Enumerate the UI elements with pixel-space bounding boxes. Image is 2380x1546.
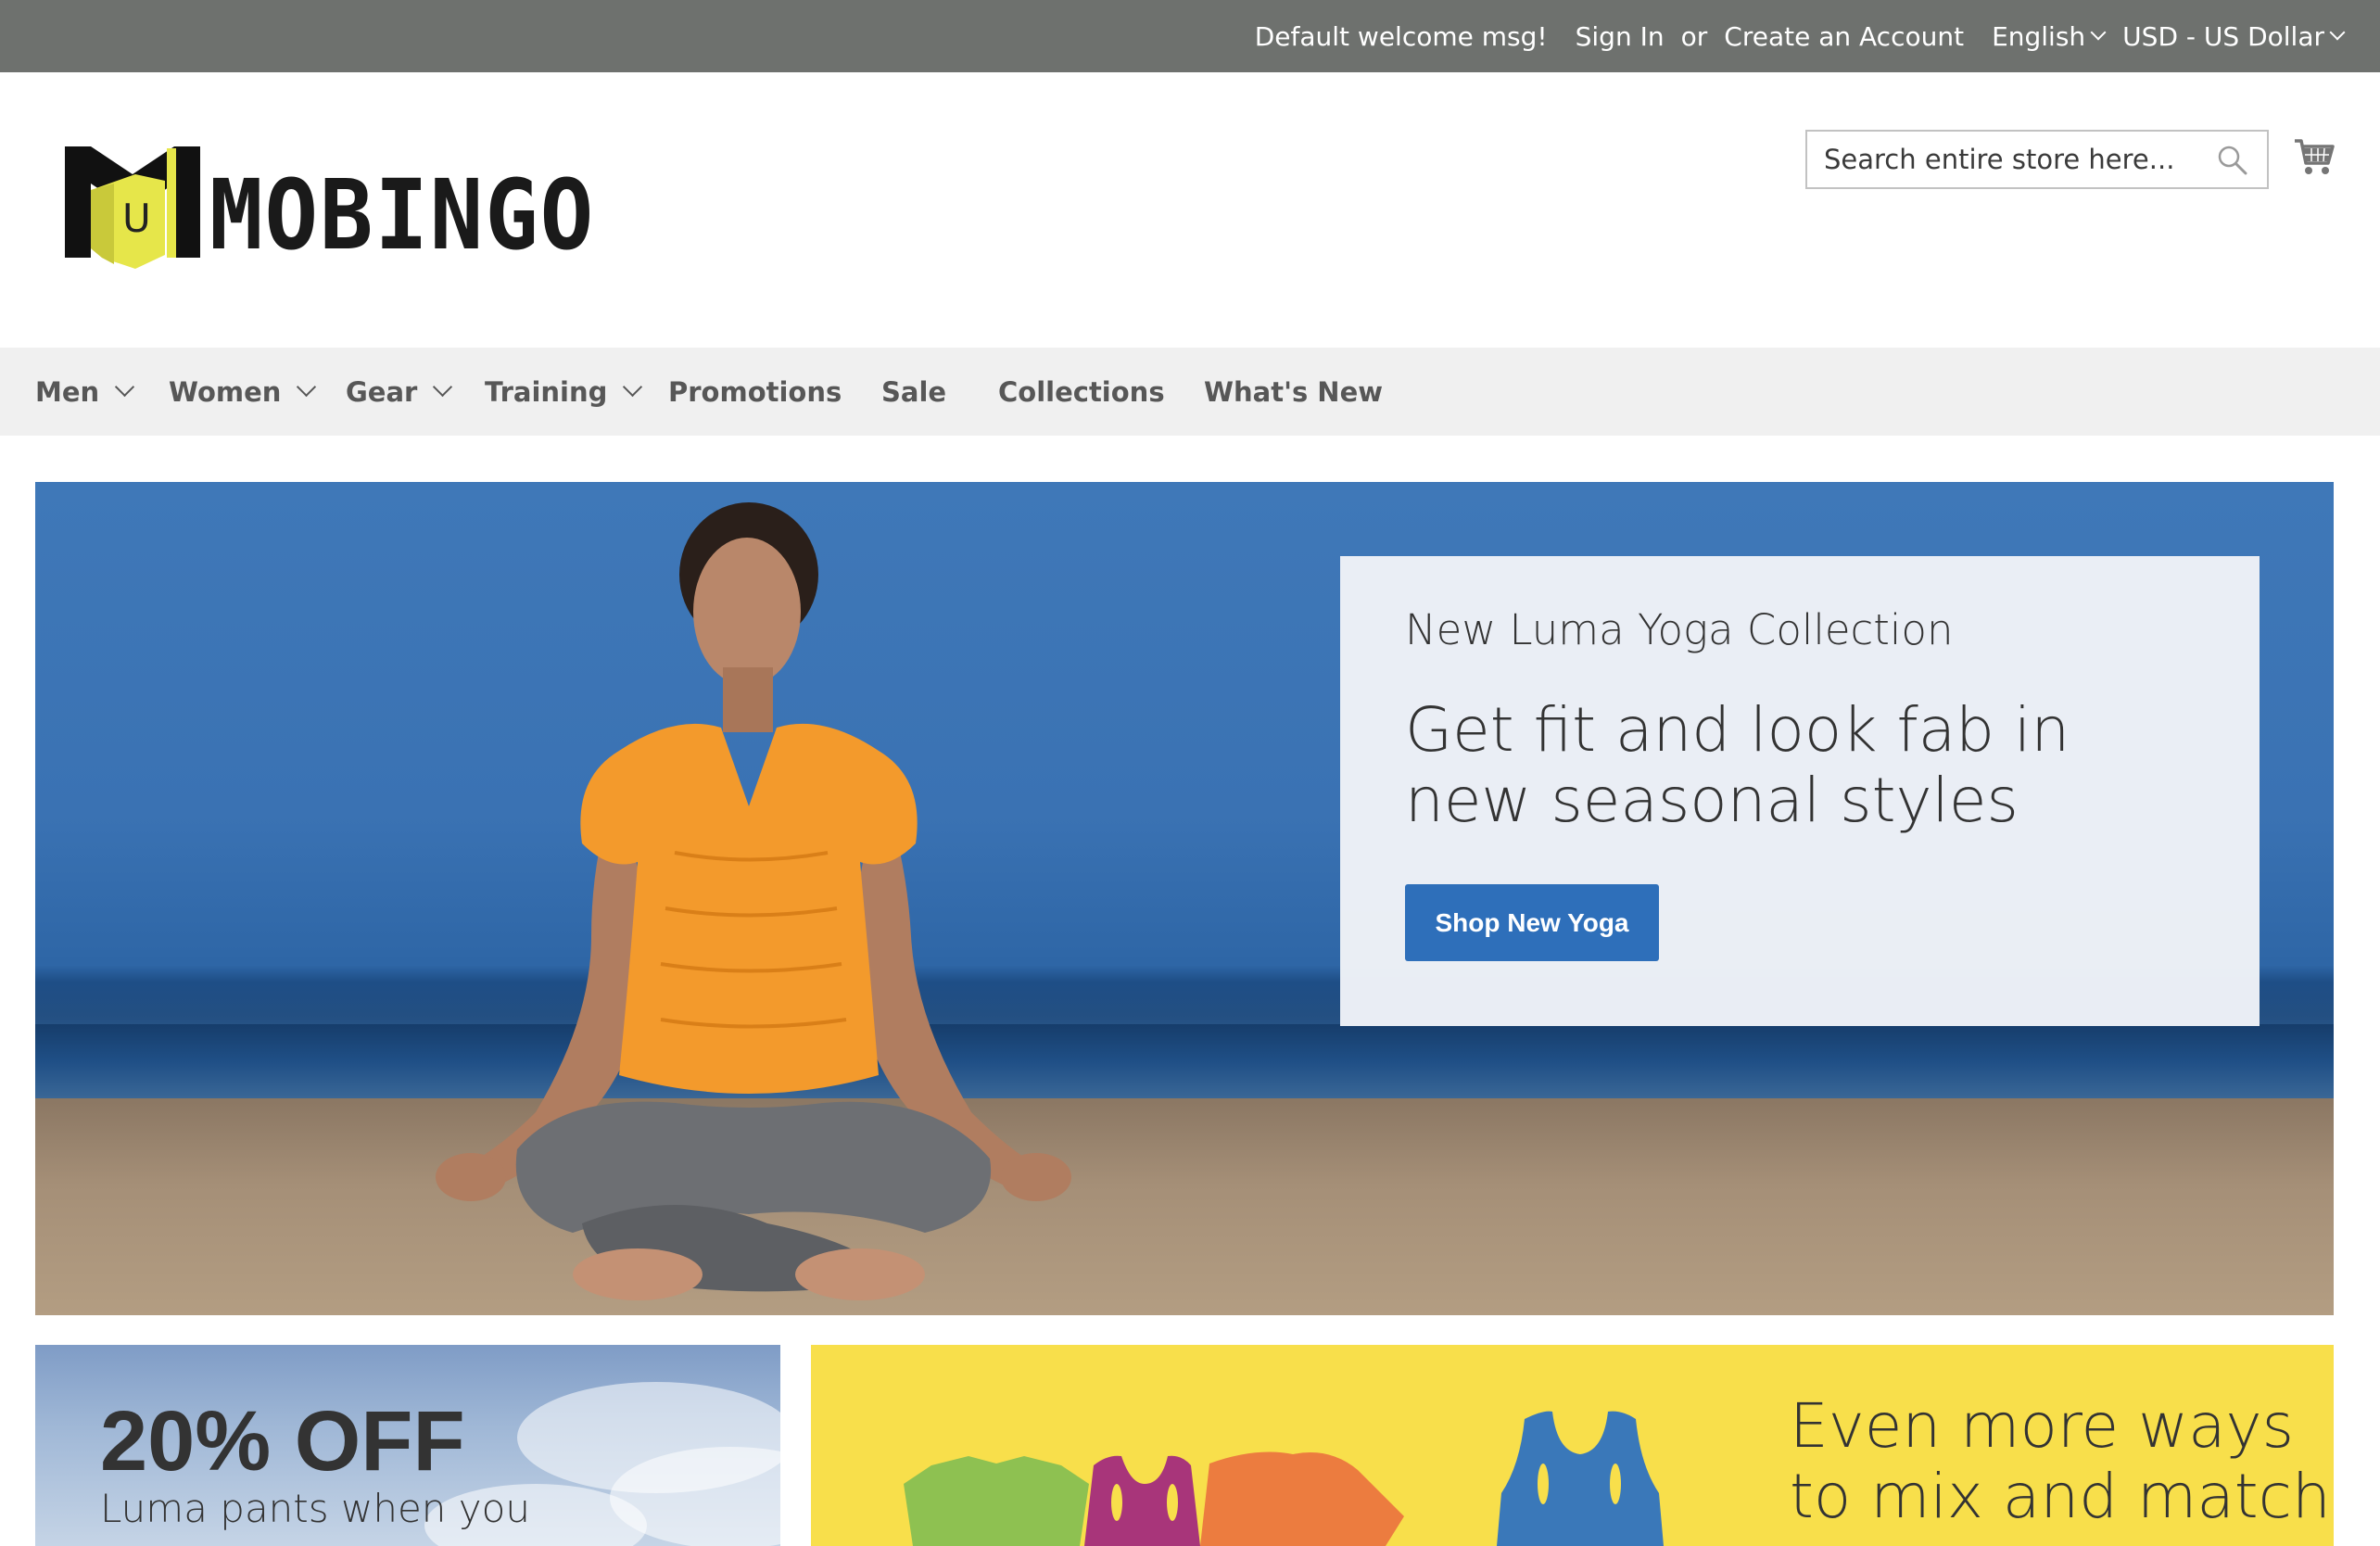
chevron-down-icon	[297, 376, 317, 398]
top-bar: Default welcome msg! Sign In or Create a…	[0, 0, 2380, 72]
hero-kicker: New Luma Yoga Collection	[1405, 605, 1954, 654]
nav-item-label: Women	[169, 375, 282, 408]
promo-pants-title: 20% OFF	[100, 1394, 465, 1489]
top-links: Default welcome msg! Sign In or Create a…	[1254, 0, 2346, 72]
promo-pants-subtitle: Luma pants when you	[100, 1486, 530, 1531]
main-navigation: Men Women Gear Training Promotions Sale …	[0, 348, 2380, 436]
nav-item-sale[interactable]: Sale	[881, 348, 946, 436]
nav-item-label: Sale	[881, 375, 947, 408]
welcome-message: Default welcome msg!	[1254, 20, 1548, 52]
search-box	[1805, 130, 2269, 189]
svg-text:U: U	[122, 196, 151, 241]
language-switcher[interactable]: English	[1992, 20, 2107, 52]
nav-item-training[interactable]: Training	[485, 348, 643, 436]
hero-headline: Get fit and look fab in new seasonal sty…	[1405, 694, 2070, 836]
currency-label: USD - US Dollar	[2122, 20, 2324, 52]
logo-wordmark: MOBINGO	[209, 158, 596, 272]
nav-item-label: What's New	[1204, 375, 1384, 408]
chevron-down-icon	[2090, 24, 2107, 41]
yoga-woman-image	[436, 502, 1071, 1300]
nav-item-women[interactable]: Women	[169, 348, 317, 436]
nav-item-whats-new[interactable]: What's New	[1204, 348, 1383, 436]
nav-item-label: Promotions	[668, 375, 842, 408]
chevron-down-icon	[433, 376, 453, 398]
chevron-down-icon	[623, 376, 643, 398]
promo-mix-line-2: to mix and match	[1790, 1461, 2331, 1532]
nav-item-label: Men	[35, 375, 100, 408]
search-input[interactable]	[1807, 132, 2267, 187]
promo-mix-title: Even more ways to mix and match	[1790, 1391, 2331, 1532]
nav-item-gear[interactable]: Gear	[346, 348, 453, 436]
tops-illustration	[904, 1411, 1664, 1546]
nav-item-label: Training	[485, 375, 608, 408]
cart-icon[interactable]	[2293, 135, 2336, 178]
create-account-link[interactable]: Create an Account	[1724, 21, 1964, 52]
nav-item-collections[interactable]: Collections	[998, 348, 1165, 436]
or-separator: or	[1680, 20, 1708, 52]
nav-item-label: Gear	[346, 375, 418, 408]
shop-new-yoga-button[interactable]: Shop New Yoga	[1405, 884, 1659, 961]
chevron-down-icon	[2329, 24, 2346, 41]
nav-item-label: Collections	[998, 375, 1165, 408]
logo-mark-icon: U	[65, 146, 200, 269]
chevron-down-icon	[115, 376, 135, 398]
sign-in-link[interactable]: Sign In	[1576, 21, 1665, 52]
currency-switcher[interactable]: USD - US Dollar	[2122, 20, 2346, 52]
promo-tile-pants[interactable]: 20% OFF Luma pants when you	[35, 1345, 780, 1546]
language-label: English	[1992, 20, 2086, 52]
nav-item-men[interactable]: Men	[35, 348, 135, 436]
nav-item-promotions[interactable]: Promotions	[668, 348, 842, 436]
search-icon[interactable]	[2217, 145, 2248, 176]
promo-mix-line-1: Even more ways	[1790, 1390, 2294, 1462]
store-logo[interactable]: U MOBINGO	[63, 139, 593, 273]
promo-tile-mix-match[interactable]: Even more ways to mix and match	[811, 1345, 2334, 1546]
